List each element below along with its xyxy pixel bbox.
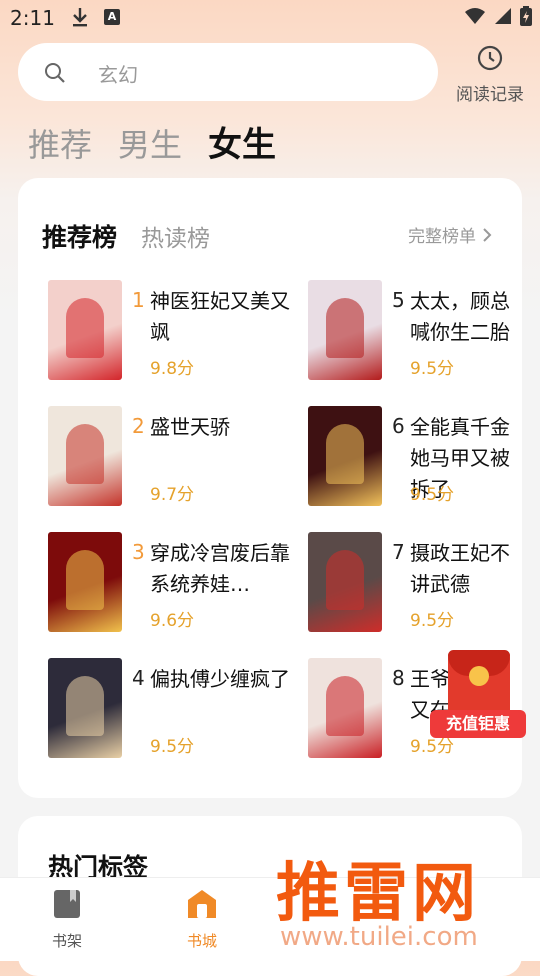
book-score: 9.6分 <box>150 611 195 631</box>
tab-recommend-rank[interactable]: 推荐榜 <box>42 218 117 254</box>
book-item[interactable]: 5 太太，顾总喊你生二胎 9.5分 <box>308 280 522 390</box>
cover-art <box>326 676 364 736</box>
rank-number: 1 <box>132 288 145 312</box>
clock-icon <box>477 45 503 71</box>
recharge-promo-badge[interactable]: 充值钜惠 <box>428 648 530 744</box>
rank-number: 4 <box>132 666 145 690</box>
nav-bookstore[interactable]: 书城 <box>162 888 242 951</box>
watermark: 推雷网 www.tuilei.com <box>270 842 540 960</box>
full-ranking-label: 完整榜单 <box>408 227 476 247</box>
status-bar: 2:11 A <box>0 0 540 36</box>
ranking-tabs: 推荐榜 热读榜 <box>42 218 210 254</box>
tab-male[interactable]: 男生 <box>118 120 182 166</box>
rank-number: 3 <box>132 540 145 564</box>
cover-art <box>66 424 104 484</box>
reading-history-label: 阅读记录 <box>456 85 524 105</box>
book-cover[interactable] <box>308 532 382 632</box>
app-notification-icon: A <box>104 9 120 25</box>
promo-label: 充值钜惠 <box>430 710 526 738</box>
search-icon <box>44 62 66 88</box>
rank-number: 8 <box>392 666 405 690</box>
book-cover[interactable] <box>308 280 382 380</box>
rank-number: 5 <box>392 288 405 312</box>
gender-tabs: 推荐 男生 女生 <box>28 118 276 166</box>
search-placeholder: 玄幻 <box>98 63 138 87</box>
tab-recommend[interactable]: 推荐 <box>28 120 92 166</box>
nav-bookshelf-label: 书架 <box>51 932 82 950</box>
book-title: 太太，顾总喊你生二胎 <box>410 289 510 344</box>
rank-number: 7 <box>392 540 405 564</box>
book-cover[interactable] <box>48 280 122 380</box>
book-item[interactable]: 6 全能真千金她马甲又被拆了 9.5分 <box>308 406 522 516</box>
cover-art <box>66 298 104 358</box>
search-bar[interactable]: 玄幻 <box>18 43 438 101</box>
nav-bookshelf[interactable]: 书架 <box>27 888 107 951</box>
book-title: 穿成冷宫废后靠系统养娃… <box>150 541 290 596</box>
download-icon <box>70 6 90 32</box>
book-title: 摄政王妃不讲武德 <box>410 541 510 596</box>
book-item[interactable]: 7 摄政王妃不讲武德 9.5分 <box>308 532 522 642</box>
watermark-text: 推雷网 <box>276 857 480 931</box>
book-cover[interactable] <box>48 658 122 758</box>
book-cover[interactable] <box>308 658 382 758</box>
book-score: 9.8分 <box>150 359 195 379</box>
cover-art <box>326 298 364 358</box>
book-title: 偏执傅少缠疯了 <box>150 667 290 691</box>
book-cover[interactable] <box>48 532 122 632</box>
tab-female[interactable]: 女生 <box>208 117 276 166</box>
signal-icon <box>495 8 511 24</box>
book-score: 9.7分 <box>150 485 195 505</box>
book-item[interactable]: 2 盛世天骄 9.7分 <box>48 406 298 516</box>
chevron-right-icon <box>483 227 492 242</box>
nav-bookstore-label: 书城 <box>186 932 217 950</box>
battery-icon <box>520 6 532 26</box>
coin-icon <box>469 666 489 686</box>
book-item[interactable]: 1 神医狂妃又美又飒 9.8分 <box>48 280 298 390</box>
cover-art <box>326 424 364 484</box>
reading-history-button[interactable]: 阅读记录 <box>450 44 530 105</box>
wifi-icon <box>465 8 485 24</box>
rank-number: 6 <box>392 414 405 438</box>
book-score: 9.5分 <box>150 737 195 757</box>
book-title: 盛世天骄 <box>150 415 230 439</box>
book-score: 9.5分 <box>410 611 455 631</box>
book-cover[interactable] <box>308 406 382 506</box>
book-title: 神医狂妃又美又飒 <box>150 289 290 344</box>
cover-art <box>66 676 104 736</box>
book-score: 9.5分 <box>410 359 455 379</box>
cover-art <box>66 550 104 610</box>
full-ranking-link[interactable]: 完整榜单 <box>408 222 492 247</box>
book-cover[interactable] <box>48 406 122 506</box>
status-indicators <box>464 6 532 26</box>
cover-art <box>326 550 364 610</box>
bookstore-icon <box>188 890 216 918</box>
book-item[interactable]: 4 偏执傅少缠疯了 9.5分 <box>48 658 298 768</box>
book-item[interactable]: 3 穿成冷宫废后靠系统养娃… 9.6分 <box>48 532 298 642</box>
rank-number: 2 <box>132 414 145 438</box>
watermark-url: www.tuilei.com <box>280 922 478 952</box>
book-score: 9.5分 <box>410 485 455 505</box>
bookshelf-icon <box>54 890 80 918</box>
status-time: 2:11 <box>10 6 55 30</box>
tab-hot-rank[interactable]: 热读榜 <box>141 219 210 253</box>
